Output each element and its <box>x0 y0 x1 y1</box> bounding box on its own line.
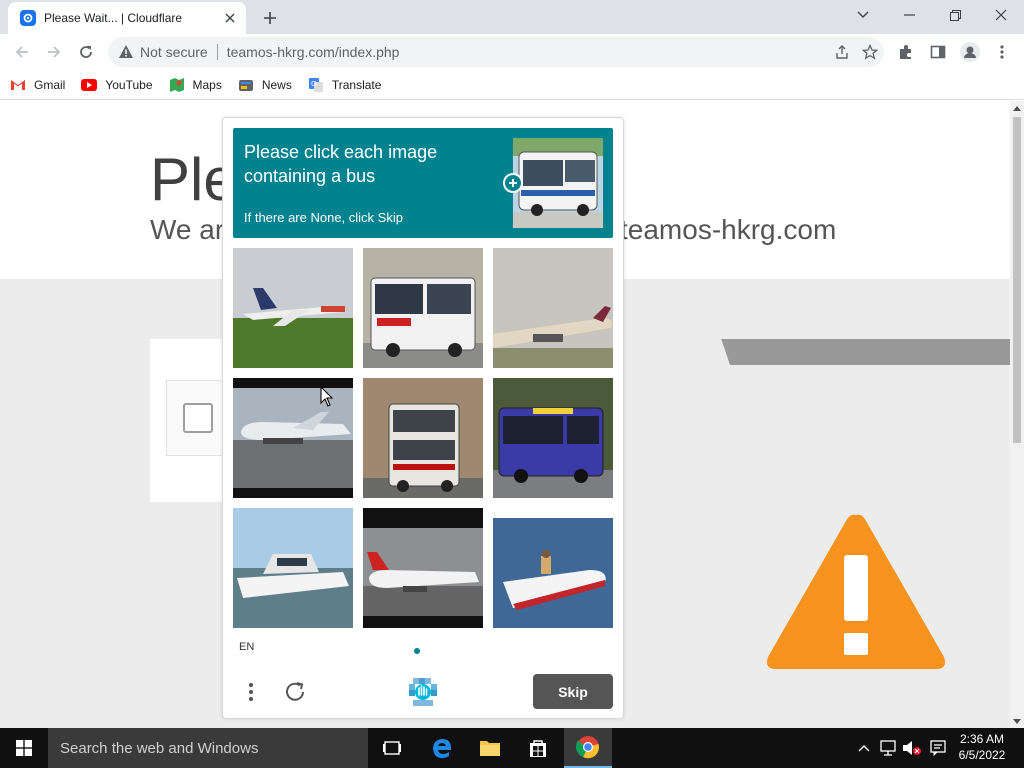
bookmark-youtube[interactable]: YouTube <box>81 73 153 97</box>
captcha-tile-5[interactable] <box>363 378 483 498</box>
bookmark-translate[interactable]: G Translate <box>308 73 382 97</box>
page-scrollbar[interactable] <box>1010 101 1024 728</box>
taskbar-clock[interactable]: 2:36 AM 6/5/2022 <box>950 731 1014 763</box>
bookmark-gmail[interactable]: Gmail <box>10 73 65 97</box>
bookmark-star-icon[interactable] <box>856 38 884 66</box>
captcha-hint: If there are None, click Skip <box>244 210 403 225</box>
tray-chevron-up-icon[interactable] <box>854 738 874 758</box>
back-icon[interactable] <box>8 38 36 66</box>
refresh-challenge-icon[interactable] <box>277 674 313 710</box>
youtube-icon <box>81 77 98 93</box>
taskbar-search-box[interactable]: Search the web and Windows <box>48 728 368 768</box>
divider-band-notch <box>620 339 730 365</box>
zoom-plus-icon[interactable] <box>503 173 523 193</box>
windows-taskbar: Search the web and Windows 2:36 AM 6/5/2… <box>0 728 1024 768</box>
bookmark-label: Gmail <box>34 77 66 92</box>
maps-icon <box>169 77 185 93</box>
hcaptcha-logo-icon[interactable] <box>405 674 441 710</box>
tab-search-icon[interactable] <box>840 0 886 30</box>
action-center-icon[interactable] <box>928 738 948 758</box>
store-icon[interactable] <box>514 728 562 768</box>
address-bar[interactable]: Not secure teamos-hkrg.com/index.php <box>108 37 884 67</box>
file-explorer-icon[interactable] <box>466 728 514 768</box>
bookmark-news[interactable]: News <box>238 73 292 97</box>
warning-triangle-icon <box>767 514 945 669</box>
page-domain: teamos-hkrg.com <box>620 214 837 245</box>
captcha-image-grid <box>233 248 613 628</box>
captcha-tile-9[interactable] <box>493 508 613 628</box>
bookmark-label: YouTube <box>105 77 153 92</box>
security-label[interactable]: Not secure <box>140 44 208 60</box>
edge-browser-icon[interactable] <box>418 728 466 768</box>
forward-icon[interactable] <box>40 38 68 66</box>
side-panel-icon[interactable] <box>924 38 952 66</box>
translate-icon: G <box>308 77 324 93</box>
tab-strip: Please Wait... | Cloudflare <box>0 0 1024 34</box>
news-icon <box>238 77 254 93</box>
network-icon[interactable] <box>878 738 898 758</box>
tab-active[interactable]: Please Wait... | Cloudflare <box>8 2 246 34</box>
task-view-icon[interactable] <box>368 728 416 768</box>
url-text[interactable]: teamos-hkrg.com/index.php <box>227 44 828 60</box>
bookmark-maps[interactable]: Maps <box>169 73 222 97</box>
captcha-checkbox[interactable] <box>183 403 213 433</box>
bookmarks-bar: Gmail YouTube Maps News G Translate <box>0 70 1024 100</box>
bookmark-label: News <box>261 77 292 92</box>
menu-kebab-icon[interactable] <box>988 38 1016 66</box>
clock-time: 2:36 AM <box>959 732 1005 746</box>
bookmark-label: Maps <box>192 77 222 92</box>
svg-text:G: G <box>311 80 316 88</box>
scroll-up-icon[interactable] <box>1010 101 1024 115</box>
language-selector[interactable]: EN <box>239 641 254 653</box>
captcha-challenge: Please click each image containing a bus… <box>222 117 624 719</box>
chrome-icon[interactable] <box>564 728 612 768</box>
gmail-icon <box>10 77 26 93</box>
scroll-down-icon[interactable] <box>1010 714 1024 728</box>
warning-icon[interactable] <box>118 44 134 60</box>
captcha-tile-8[interactable] <box>363 508 483 628</box>
browser-toolbar: Not secure teamos-hkrg.com/index.php <box>0 34 1024 70</box>
tab-title: Please Wait... | Cloudflare <box>44 11 183 25</box>
captcha-menu-icon[interactable] <box>233 674 269 710</box>
bookmark-label: Translate <box>331 77 382 92</box>
tab-close-icon[interactable] <box>220 8 240 28</box>
extensions-icon[interactable] <box>892 38 920 66</box>
share-icon[interactable] <box>828 38 856 66</box>
mouse-cursor-icon <box>320 386 334 407</box>
new-tab-icon[interactable] <box>258 6 282 30</box>
captcha-header: Please click each image containing a bus… <box>233 128 613 238</box>
reload-icon[interactable] <box>72 38 100 66</box>
captcha-prompt: Please click each image containing a bus <box>244 142 438 186</box>
scroll-thumb[interactable] <box>1013 117 1021 443</box>
close-window-icon[interactable] <box>978 0 1024 30</box>
minimize-icon[interactable] <box>886 0 932 30</box>
page-indicator-dot <box>414 648 420 654</box>
skip-button[interactable]: Skip <box>533 674 613 709</box>
volume-muted-icon[interactable] <box>902 738 922 758</box>
omnibox-separator <box>216 44 218 60</box>
captcha-tile-1[interactable] <box>233 248 353 368</box>
clock-date: 6/5/2022 <box>958 748 1006 762</box>
captcha-tile-2[interactable] <box>363 248 483 368</box>
start-windows-icon[interactable] <box>0 728 48 768</box>
captcha-tile-6[interactable] <box>493 378 613 498</box>
cloudflare-favicon-icon <box>20 10 36 26</box>
restore-icon[interactable] <box>932 0 978 30</box>
captcha-checkbox-widget <box>166 380 226 456</box>
example-bus-image[interactable] <box>513 138 603 228</box>
captcha-tile-7[interactable] <box>233 508 353 628</box>
captcha-tile-3[interactable] <box>493 248 613 368</box>
captcha-tile-4[interactable] <box>233 378 353 498</box>
profile-avatar-icon[interactable] <box>956 38 984 66</box>
page-subtitle: We ar <box>150 214 225 245</box>
